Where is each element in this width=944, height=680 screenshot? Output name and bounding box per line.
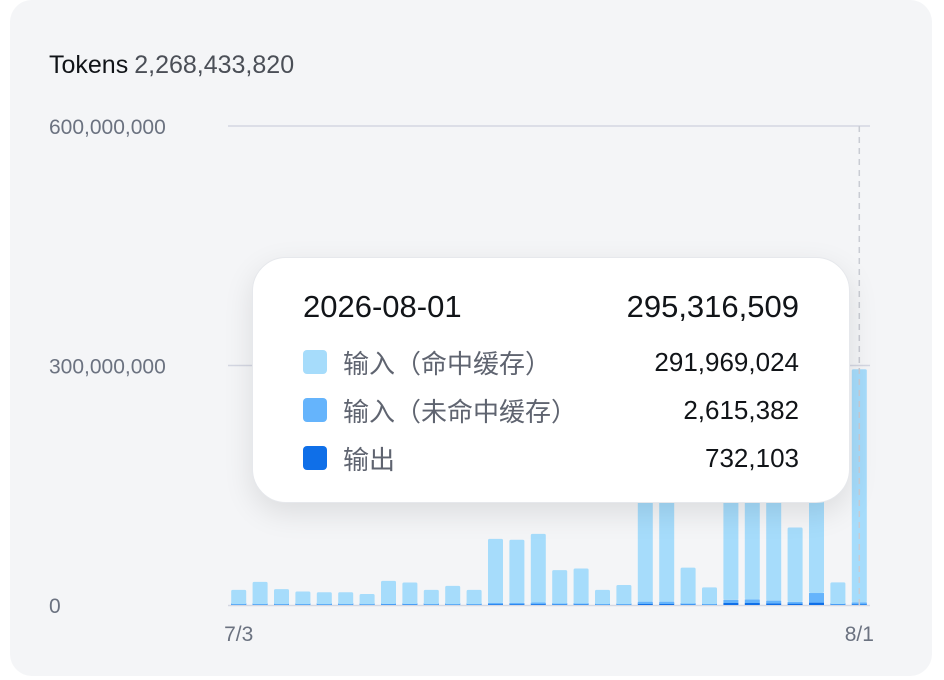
bar-cache-hit[interactable] <box>830 582 846 604</box>
bar-output[interactable] <box>809 602 824 605</box>
bar-stack[interactable] <box>573 568 589 605</box>
bar-stack[interactable] <box>595 589 610 605</box>
bar-cache-hit[interactable] <box>530 533 546 603</box>
tooltip-row-value: 291,969,024 <box>654 346 799 377</box>
tooltip-date: 2026-08-01 <box>303 289 462 324</box>
bar-stack[interactable] <box>359 593 375 605</box>
bar-stack[interactable] <box>552 570 568 605</box>
bar-cache-miss[interactable] <box>659 601 675 605</box>
bar-stack[interactable] <box>680 567 696 605</box>
bar-cache-hit[interactable] <box>766 487 782 601</box>
bar-output[interactable] <box>723 603 739 605</box>
bar-cache-hit[interactable] <box>702 587 717 605</box>
bar-stack[interactable] <box>787 527 803 605</box>
bar-cache-hit[interactable] <box>402 582 418 605</box>
bar-stack[interactable] <box>381 580 396 605</box>
bar-cache-hit[interactable] <box>445 585 461 605</box>
tooltip-row-cache-hit: 输入（命中缓存） 291,969,024 <box>303 345 799 379</box>
bar-cache-miss[interactable] <box>637 601 653 605</box>
tooltip-total: 295,316,509 <box>626 289 799 324</box>
x-tick-label: 8/1 <box>845 623 874 646</box>
tooltip-row-name: 输出 <box>343 444 396 475</box>
bar-stack[interactable] <box>231 589 247 605</box>
tooltip-header: 2026-08-01 295,316,509 <box>303 288 799 326</box>
tooltip-row-cache-miss: 输入（未命中缓存） 2,615,382 <box>303 393 799 427</box>
y-axis-ticks: 0 300,000,000 600,000,000 <box>49 116 166 618</box>
bar-cache-hit[interactable] <box>680 567 696 604</box>
bar-output[interactable] <box>744 603 760 605</box>
bar-stack[interactable] <box>445 585 461 605</box>
bar-cache-miss[interactable] <box>509 602 525 605</box>
cache-hit-swatch <box>303 350 327 374</box>
bar-cache-hit[interactable] <box>488 538 503 603</box>
bar-stack[interactable] <box>530 533 546 605</box>
tooltip-row-name: 输入（命中缓存） <box>343 348 552 379</box>
bar-stack[interactable] <box>616 585 632 605</box>
bar-stack[interactable] <box>338 592 354 605</box>
bar-cache-hit[interactable] <box>573 568 589 604</box>
bar-cache-hit[interactable] <box>316 592 332 605</box>
bar-cache-hit[interactable] <box>231 589 247 605</box>
bar-stack[interactable] <box>830 582 846 605</box>
bar-cache-miss[interactable] <box>809 593 824 603</box>
output-swatch <box>303 446 327 470</box>
bar-cache-miss[interactable] <box>488 602 503 605</box>
bar-stack[interactable] <box>402 582 418 605</box>
bar-stack[interactable] <box>766 487 782 605</box>
bar-cache-hit[interactable] <box>423 589 439 605</box>
bar-cache-hit[interactable] <box>595 589 610 605</box>
bar-stack[interactable] <box>488 538 503 605</box>
bar-stack[interactable] <box>252 581 268 605</box>
bar-cache-hit[interactable] <box>295 591 311 605</box>
tooltip-row-value: 2,615,382 <box>683 394 799 425</box>
bar-cache-miss[interactable] <box>766 600 782 604</box>
bar-stack[interactable] <box>466 589 482 605</box>
tooltip-row-output: 输出 732,103 <box>303 441 799 475</box>
bar-cache-hit[interactable] <box>338 592 354 605</box>
bar-cache-hit[interactable] <box>466 589 482 605</box>
y-tick-label: 300,000,000 <box>49 356 166 379</box>
y-tick-label: 600,000,000 <box>49 116 166 139</box>
x-axis-ticks: 7/3 8/1 <box>224 623 874 646</box>
bar-cache-hit[interactable] <box>381 580 396 605</box>
cache-miss-swatch <box>303 398 327 422</box>
bar-cache-hit[interactable] <box>552 570 568 604</box>
y-tick-label: 0 <box>49 595 61 618</box>
tooltip-row-name: 输入（未命中缓存） <box>343 396 578 427</box>
bar-cache-hit[interactable] <box>787 527 803 602</box>
bar-cache-hit[interactable] <box>274 589 289 605</box>
bar-stack[interactable] <box>295 591 311 605</box>
bar-cache-hit[interactable] <box>359 593 375 605</box>
bar-stack[interactable] <box>702 587 717 605</box>
bar-cache-hit[interactable] <box>252 581 268 605</box>
bar-stack[interactable] <box>423 589 439 605</box>
bar-cache-miss[interactable] <box>787 601 803 604</box>
bar-stack[interactable] <box>316 592 332 605</box>
tooltip-row-value: 732,103 <box>705 442 799 473</box>
bar-cache-miss[interactable] <box>723 599 739 604</box>
bar-stack[interactable] <box>274 589 289 605</box>
x-tick-label: 7/3 <box>224 623 253 646</box>
bar-cache-miss[interactable] <box>744 599 760 604</box>
bar-output[interactable] <box>766 603 782 605</box>
bar-cache-hit[interactable] <box>509 539 525 603</box>
bar-cache-miss[interactable] <box>530 602 546 605</box>
bar-stack[interactable] <box>509 539 525 605</box>
bar-cache-hit[interactable] <box>616 585 632 605</box>
hover-tooltip: 2026-08-01 295,316,509 输入（命中缓存） 291,969,… <box>252 257 850 503</box>
